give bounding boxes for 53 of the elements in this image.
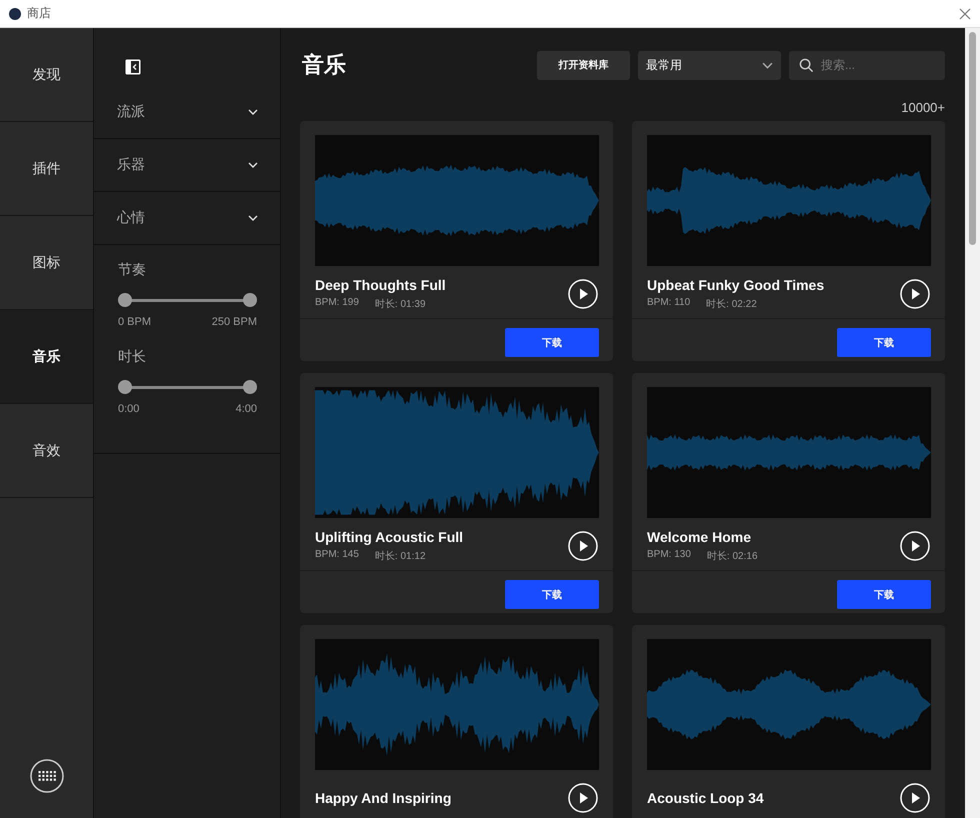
range-max-label: 250 BPM [212, 316, 257, 328]
slider-thumb[interactable] [118, 293, 132, 307]
range-label: 时长 [118, 348, 147, 366]
filter-dropdown[interactable]: 心情 [94, 192, 280, 245]
nav-tab[interactable]: 音乐 [0, 310, 93, 404]
filter-dropdown[interactable]: 流派 [94, 86, 280, 139]
track-bpm: BPM: 130 [647, 549, 691, 562]
page-title: 音乐 [301, 51, 346, 80]
range-slider[interactable] [118, 293, 257, 307]
range-min-label: 0:00 [118, 403, 140, 415]
range-label: 节奏 [118, 261, 147, 279]
play-icon[interactable] [568, 783, 598, 813]
track-title: Deep Thoughts Full [315, 277, 446, 293]
search-icon [799, 58, 814, 72]
play-icon[interactable] [568, 531, 598, 561]
track-title: Welcome Home [647, 529, 752, 545]
track-title: Happy And Inspiring [315, 790, 452, 806]
play-icon[interactable] [900, 279, 930, 309]
play-icon[interactable] [900, 531, 930, 561]
download-button[interactable]: 下载 [837, 328, 931, 357]
grid-icon[interactable] [30, 759, 64, 793]
scrollbar-thumb[interactable] [969, 32, 976, 245]
range-min-label: 0 BPM [118, 316, 152, 328]
download-button[interactable]: 下载 [837, 580, 931, 609]
track-bpm: BPM: 110 [647, 297, 690, 310]
window-title: 商店 [27, 5, 52, 22]
slider-thumb[interactable] [118, 380, 132, 394]
result-count: 10000+ [900, 100, 945, 115]
track-duration: 时长: 02:22 [706, 298, 757, 311]
close-icon[interactable] [959, 8, 971, 20]
app-icon [9, 8, 21, 20]
play-icon[interactable] [568, 279, 598, 309]
play-icon[interactable] [900, 783, 930, 813]
track-duration: 时长: 01:12 [374, 550, 426, 563]
range-max-label: 4:00 [236, 403, 257, 415]
filter-dropdown[interactable]: 乐器 [94, 139, 280, 192]
chevron-icon [762, 62, 773, 68]
search-field[interactable]: 搜索... [789, 50, 945, 80]
download-button[interactable]: 下载 [505, 580, 599, 609]
track-bpm: BPM: 199 [315, 297, 359, 310]
slider-thumb[interactable] [243, 380, 257, 394]
download-button[interactable]: 下载 [505, 328, 599, 357]
track-title: Acoustic Loop 34 [647, 790, 764, 806]
track-bpm: BPM: 145 [315, 549, 359, 562]
collapse-panel-icon[interactable] [125, 59, 141, 75]
track-duration: 时长: 02:16 [706, 550, 758, 563]
open-library-button[interactable]: 打开资料库 [537, 50, 630, 80]
range-slider[interactable] [118, 380, 257, 394]
track-duration: 时长: 01:39 [374, 298, 426, 311]
sort-dropdown[interactable]: 最常用 [638, 50, 781, 80]
track-title: Uplifting Acoustic Full [315, 529, 464, 545]
slider-thumb[interactable] [243, 293, 257, 307]
track-title: Upbeat Funky Good Times [647, 277, 824, 293]
